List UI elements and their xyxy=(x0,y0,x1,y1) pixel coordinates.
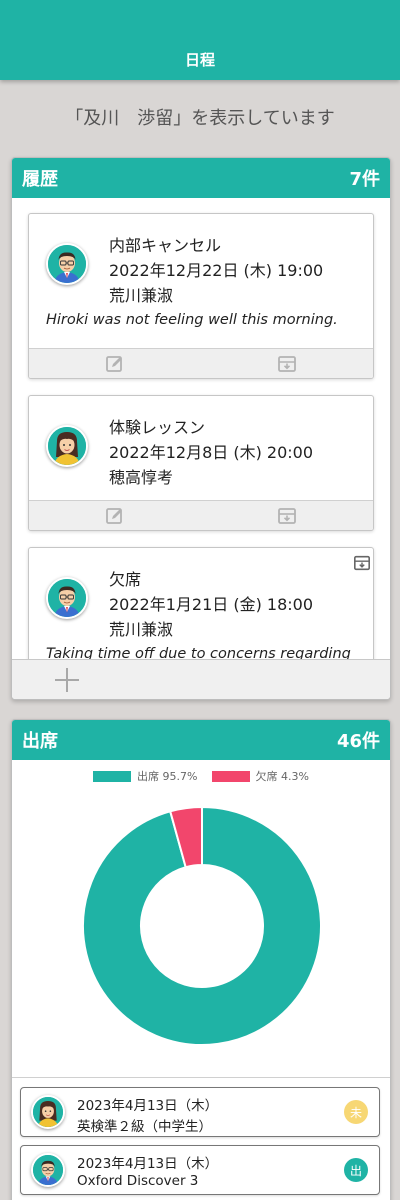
chart-legend: 出席 95.7% 欠席 4.3% xyxy=(12,768,390,784)
event-datetime: 2022年12月8日 (木) 20:00 xyxy=(109,443,314,462)
attendance-title: 出席 xyxy=(22,731,58,752)
history-list[interactable]: 内部キャンセル 2022年12月22日 (木) 19:00 荒川兼淑 Hirok… xyxy=(12,198,390,661)
legend-item-present[interactable]: 出席 95.7% xyxy=(93,768,198,784)
status-badge: 出 xyxy=(344,1158,368,1182)
viewing-student-text: 「及川 渉留」を表示しています xyxy=(65,108,335,129)
history-event[interactable]: 体験レッスン 2022年12月8日 (木) 20:00 穂高惇考 xyxy=(28,395,374,531)
history-title: 履歴 xyxy=(22,169,58,190)
history-event[interactable]: 欠席 2022年1月21日 (金) 18:00 荒川兼淑 Taking time… xyxy=(28,547,374,661)
attendance-card: 出席 46件 出席 95.7% 欠席 4.3% 2023年4月13日（木） 英検… xyxy=(11,719,391,1200)
male-teacher-avatar xyxy=(31,1153,65,1187)
event-title: 内部キャンセル xyxy=(109,236,222,255)
event-teacher: 荒川兼淑 xyxy=(109,286,174,305)
edit-icon[interactable] xyxy=(105,354,125,374)
page-title: 日程 xyxy=(184,51,215,69)
female-teacher-avatar xyxy=(46,425,88,467)
event-actions xyxy=(29,348,373,378)
archive-icon[interactable] xyxy=(353,554,371,572)
event-teacher: 荒川兼淑 xyxy=(109,620,174,639)
archive-icon[interactable] xyxy=(277,354,297,374)
legend-label: 出席 95.7% xyxy=(137,770,198,783)
event-title: 体験レッスン xyxy=(109,418,206,437)
donut-svg xyxy=(82,805,322,1046)
history-event[interactable]: 内部キャンセル 2022年12月22日 (木) 19:00 荒川兼淑 Hirok… xyxy=(28,213,374,379)
archive-icon[interactable] xyxy=(277,506,297,526)
lesson-date: 2023年4月13日（木） xyxy=(77,1156,219,1172)
add-icon[interactable] xyxy=(54,667,80,693)
event-note: Hiroki was not feeling well this morning… xyxy=(46,312,338,328)
attendance-header: 出席 46件 xyxy=(12,720,390,760)
event-datetime: 2022年1月21日 (金) 18:00 xyxy=(109,595,314,614)
status-badge: 未 xyxy=(344,1100,368,1124)
attendance-count: 46件 xyxy=(336,731,380,752)
event-title: 欠席 xyxy=(109,570,142,589)
divider xyxy=(12,1077,390,1078)
legend-swatch xyxy=(93,770,132,782)
lesson-row[interactable]: 2023年4月13日（木） Oxford Discover 3 出 xyxy=(20,1145,380,1195)
female-teacher-avatar xyxy=(31,1095,65,1129)
top-bar: 日程 xyxy=(0,0,400,80)
history-header: 履歴 7件 xyxy=(12,158,390,198)
history-count: 7件 xyxy=(349,169,380,190)
legend-item-absent[interactable]: 欠席 4.3% xyxy=(211,768,309,784)
lesson-name: Oxford Discover 3 xyxy=(77,1173,199,1189)
event-datetime: 2022年12月22日 (木) 19:00 xyxy=(109,261,324,280)
history-footer xyxy=(12,659,390,699)
lesson-row[interactable]: 2023年4月13日（木） 英検準２級（中学生） 未 xyxy=(20,1087,380,1137)
male-teacher-avatar xyxy=(46,243,88,285)
legend-swatch xyxy=(211,770,250,782)
event-teacher: 穂高惇考 xyxy=(109,468,174,487)
edit-icon[interactable] xyxy=(105,506,125,526)
male-teacher-avatar xyxy=(46,577,88,619)
legend-label: 欠席 4.3% xyxy=(255,770,309,783)
attendance-donut-chart xyxy=(82,805,322,1046)
lesson-date: 2023年4月13日（木） xyxy=(77,1098,219,1114)
history-card: 履歴 7件 内部キャンセル 2022年12月22日 (木) 19:00 荒川兼淑… xyxy=(11,157,391,700)
lesson-name: 英検準２級（中学生） xyxy=(77,1119,212,1135)
event-actions xyxy=(29,500,373,530)
